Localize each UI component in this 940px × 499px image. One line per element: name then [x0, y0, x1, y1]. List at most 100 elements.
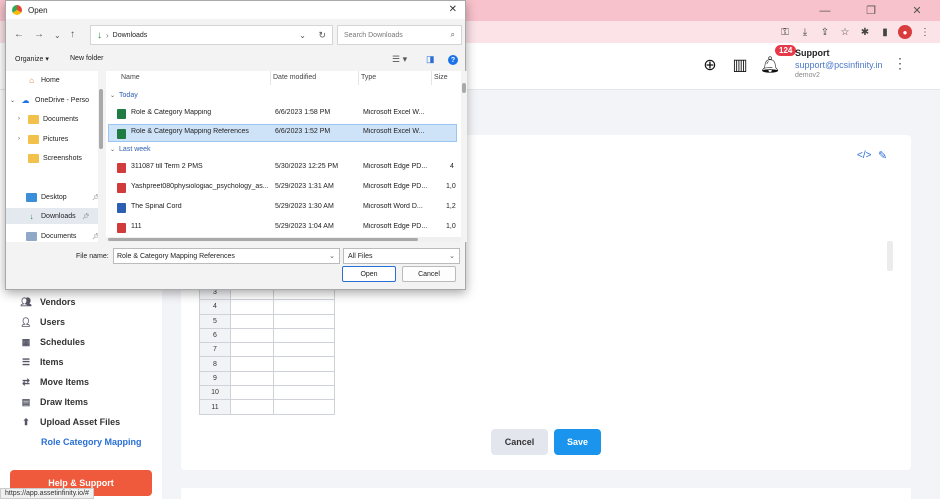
refresh-icon[interactable]: ↻ [318, 30, 326, 41]
sidebar-item-draw-items[interactable]: ▤ Draw Items [20, 393, 88, 411]
nav-item-onedrive[interactable]: ⌄ ☁ OneDrive - Perso [10, 92, 98, 108]
sidebar-item-schedules[interactable]: ▦ Schedules [20, 333, 85, 351]
file-row-selected[interactable]: Role & Category Mapping References 6/6/2… [108, 124, 457, 142]
open-button[interactable]: Open [342, 266, 396, 282]
cancel-button[interactable]: Cancel [491, 429, 548, 455]
sidebar-item-move-items[interactable]: ⇄ Move Items [20, 373, 89, 391]
browser-toolbar-icons: ⚿ ⤓ ⇪ ☆ ✱ ▮ ● ⋮ [778, 21, 932, 43]
nav-item-downloads[interactable]: ↓ Downloads 📌︎ [6, 208, 98, 224]
sidebar-item-upload-asset-files[interactable]: ⬆ Upload Asset Files [20, 413, 120, 431]
dialog-cancel-button[interactable]: Cancel [402, 266, 456, 282]
sidebar-item-role-category-mapping[interactable]: Role Category Mapping [41, 433, 142, 451]
zoom-in-icon[interactable]: ⊕ [700, 55, 720, 75]
key-icon[interactable]: ⚿ [778, 25, 792, 39]
nav-item-screenshots[interactable]: Screenshots [28, 150, 98, 166]
download-icon: ↓ [29, 211, 34, 221]
row-number: 8 [199, 356, 231, 372]
table-row: 9 [199, 370, 335, 387]
navigation-pane: ⌂ Home ⌄ ☁ OneDrive - Perso › Documents › Pic… [6, 71, 100, 244]
file-date: 6/6/2023 1:58 PM [275, 109, 331, 116]
up-arrow-icon[interactable]: ↑ [70, 29, 75, 40]
column-header-name[interactable]: Name [121, 74, 140, 81]
row-number: 11 [199, 399, 231, 415]
new-folder-button[interactable]: New folder [70, 55, 103, 62]
folder-icon [28, 134, 39, 144]
chevron-down-icon[interactable]: ⌄ [10, 97, 20, 104]
nav-pane-scrollbar[interactable] [98, 71, 104, 242]
file-size: 1,0 [446, 183, 456, 190]
window-close-icon[interactable]: ✕ [894, 0, 940, 21]
edit-pencil-icon[interactable]: ✎ [878, 149, 887, 162]
file-date: 6/6/2023 1:52 PM [275, 128, 331, 135]
file-name: Role & Category Mapping [131, 109, 212, 116]
row-number: 5 [199, 313, 231, 329]
file-date: 5/29/2023 1:04 AM [275, 223, 334, 230]
browser-menu-icon[interactable]: ⋮ [918, 25, 932, 39]
search-input[interactable]: Search Downloads ⌕ [337, 25, 462, 45]
nav-item-documents[interactable]: › Documents [18, 111, 98, 127]
share-icon[interactable]: ⇪ [818, 25, 832, 39]
group-header-today[interactable]: ⌄ Today [110, 92, 138, 99]
bell-icon[interactable]: 🔔︎ [760, 55, 780, 75]
file-list: Name Date modified Type Size ⌄ Today Role… [106, 71, 461, 242]
content-scrollbar[interactable] [887, 241, 893, 271]
organize-button[interactable]: Organize ▾ [15, 55, 49, 63]
nav-item-documents-quick[interactable]: Documents 📌︎ [16, 228, 100, 244]
sidebar-item-label: Move Items [40, 377, 90, 387]
preview-pane-icon[interactable]: ◨ [426, 54, 435, 65]
save-button[interactable]: Save [554, 429, 601, 455]
file-type: Microsoft Edge PD... [363, 183, 428, 190]
file-list-horizontal-scrollbar[interactable] [106, 237, 461, 242]
more-options-icon[interactable]: ⋮ [893, 55, 907, 72]
help-icon[interactable]: ? [448, 55, 458, 65]
path-breadcrumb[interactable]: ↓ › Downloads ⌄ ↻ [90, 25, 333, 45]
home-icon: ⌂ [29, 75, 34, 85]
spreadsheet-preview: 3 4 5 6 7 8 9 10 11 [199, 284, 335, 415]
profile-avatar-icon[interactable]: ● [898, 25, 912, 39]
breadcrumb-downloads[interactable]: Downloads [113, 32, 148, 39]
file-row[interactable]: 111 5/29/2023 1:04 AM Microsoft Edge PD.… [108, 219, 457, 237]
minimize-icon[interactable]: — [802, 0, 848, 21]
side-panel-icon[interactable]: ▮ [878, 25, 892, 39]
user-email: support@pcsinfinity.in [795, 60, 883, 70]
user-name[interactable]: Support [795, 48, 830, 58]
column-header-size[interactable]: Size [434, 74, 448, 81]
restore-icon[interactable]: ❐ [848, 0, 894, 21]
column-header-date[interactable]: Date modified [273, 74, 316, 81]
column-header-type[interactable]: Type [361, 74, 376, 81]
sidebar-item-vendors[interactable]: 👥︎ Vendors [20, 293, 75, 311]
dialog-title: Open [28, 5, 48, 15]
file-row[interactable]: 311087 till Term 2 PMS 5/30/2023 12:25 P… [108, 159, 457, 177]
extensions-icon[interactable]: ✱ [858, 25, 872, 39]
file-name-input[interactable]: Role & Category Mapping References ⌄ [113, 248, 340, 264]
chevron-down-icon[interactable]: ⌄ [329, 252, 335, 260]
file-type: Microsoft Excel W... [363, 128, 425, 135]
sidebar-item-users[interactable]: 👤︎ Users [20, 313, 65, 331]
chevron-down-icon[interactable]: ⌄ [299, 31, 306, 40]
install-icon[interactable]: ⤓ [798, 25, 812, 39]
star-icon[interactable]: ☆ [838, 25, 852, 39]
file-row[interactable]: Role & Category Mapping 6/6/2023 1:58 PM… [108, 105, 457, 123]
group-header-last-week[interactable]: ⌄ Last week [110, 146, 151, 153]
barcode-scan-icon[interactable]: ▥ [730, 55, 750, 75]
forward-arrow-icon[interactable]: → [34, 29, 44, 40]
pdf-file-icon [117, 183, 126, 193]
nav-item-home[interactable]: ⌂ Home [16, 72, 98, 88]
view-options-icon[interactable]: ☰ ▾ [392, 54, 407, 65]
pin-icon[interactable]: 📌︎ [82, 213, 90, 220]
sidebar-item-items[interactable]: ☰ Items [20, 353, 64, 371]
close-icon[interactable]: ✕ [449, 4, 457, 15]
file-list-vertical-scrollbar[interactable] [461, 71, 467, 242]
nav-item-pictures[interactable]: › Pictures [18, 131, 98, 147]
back-arrow-icon[interactable]: ← [14, 29, 24, 40]
file-name: 111 [131, 223, 142, 230]
chevron-right-icon[interactable]: › [18, 136, 28, 142]
chevron-right-icon[interactable]: › [18, 116, 28, 122]
file-row[interactable]: Yashpreet080physiologiac_psychology_as..… [108, 179, 457, 197]
nav-item-desktop[interactable]: Desktop 📌︎ [16, 189, 100, 205]
file-row[interactable]: The Spinal Cord 5/29/2023 1:30 AM Micros… [108, 199, 457, 217]
code-view-icon[interactable]: </> [857, 150, 871, 161]
file-size: 4 [450, 163, 454, 170]
file-type-select[interactable]: All Files ⌄ [343, 248, 460, 264]
recent-locations-chevron-icon[interactable]: ⌄ [54, 31, 61, 40]
